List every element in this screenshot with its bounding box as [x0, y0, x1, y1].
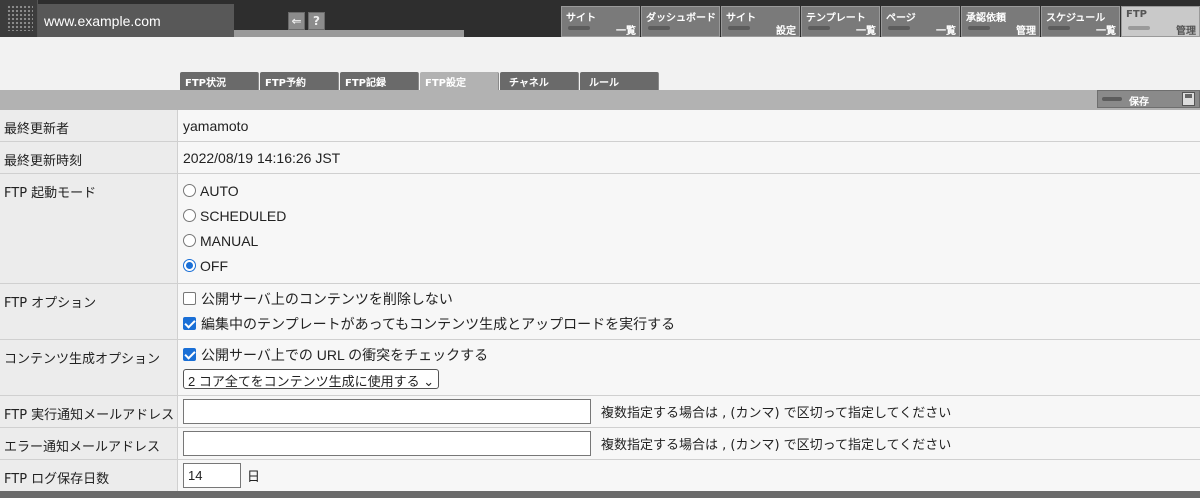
last-updater-label: 最終更新者: [0, 110, 178, 141]
error-mail-label: エラー通知メールアドレス: [0, 428, 178, 459]
menu-schedule[interactable]: スケジュール 一覧: [1041, 6, 1120, 37]
row-ftp-mode: FTP 起動モード AUTO SCHEDULED MANUAL OFF: [0, 174, 1200, 284]
radio-manual[interactable]: [183, 234, 196, 247]
last-updated-label: 最終更新時刻: [0, 142, 178, 173]
row-last-updater: 最終更新者 yamamoto: [0, 110, 1200, 142]
content-gen-label: コンテンツ生成オプション: [0, 340, 178, 395]
floppy-disk-icon: [1182, 92, 1195, 106]
row-ftp-options: FTP オプション 公開サーバ上のコンテンツを削除しない 編集中のテンプレートが…: [0, 284, 1200, 340]
row-exec-mail: FTP 実行通知メールアドレス 複数指定する場合は , (カンマ) で区切って指…: [0, 396, 1200, 428]
tab-ftp-settings[interactable]: FTP設定: [420, 72, 499, 90]
mode-option-off[interactable]: OFF: [183, 253, 1200, 278]
save-button[interactable]: 保存: [1097, 90, 1200, 108]
error-mail-hint: 複数指定する場合は , (カンマ) で区切って指定してください: [601, 438, 952, 453]
back-arrow-icon[interactable]: ⇐: [288, 12, 305, 30]
ftp-option-label: FTP オプション: [0, 284, 178, 339]
row-last-updated: 最終更新時刻 2022/08/19 14:16:26 JST: [0, 142, 1200, 174]
error-mail-input[interactable]: [183, 431, 591, 456]
menu-dashboard[interactable]: ダッシュボード: [641, 6, 720, 37]
radio-auto[interactable]: [183, 184, 196, 197]
checkbox-url-conflict[interactable]: [183, 348, 196, 361]
menu-template-list[interactable]: テンプレート 一覧: [801, 6, 880, 37]
tab-ftp-log[interactable]: FTP記録: [340, 72, 419, 90]
row-content-generation: コンテンツ生成オプション 公開サーバ上での URL の衝突をチェックする 2 コ…: [0, 340, 1200, 396]
menu-site-settings[interactable]: サイト 設定: [721, 6, 800, 37]
site-name-tab[interactable]: www.example.com: [38, 4, 234, 37]
tab-rule[interactable]: ルール: [580, 72, 659, 90]
app-logo[interactable]: [0, 0, 38, 37]
menu-approval[interactable]: 承認依頼 管理: [961, 6, 1040, 37]
tab-ftp-status[interactable]: FTP状況: [180, 72, 259, 90]
menu-site-list[interactable]: サイト 一覧: [561, 6, 640, 37]
option-run-with-editing[interactable]: 編集中のテンプレートがあってもコンテンツ生成とアップロードを実行する: [183, 311, 1200, 336]
last-updater-value: yamamoto: [183, 118, 249, 134]
row-log-retention: FTP ログ保存日数 14 日: [0, 460, 1200, 492]
radio-scheduled[interactable]: [183, 209, 196, 222]
core-usage-select[interactable]: 2 コア全てをコンテンツ生成に使用する ⌄: [183, 369, 440, 389]
checkbox-run-with-editing[interactable]: [183, 317, 196, 330]
log-retention-input[interactable]: 14: [183, 463, 241, 488]
last-updated-value: 2022/08/19 14:16:26 JST: [183, 150, 341, 166]
exec-mail-input[interactable]: [183, 399, 591, 424]
log-retention-unit: 日: [247, 470, 261, 485]
radio-off[interactable]: [183, 259, 196, 272]
row-error-mail: エラー通知メールアドレス 複数指定する場合は , (カンマ) で区切って指定して…: [0, 428, 1200, 460]
ftp-settings-form: 最終更新者 yamamoto 最終更新時刻 2022/08/19 14:16:2…: [0, 110, 1200, 492]
mode-option-scheduled[interactable]: SCHEDULED: [183, 203, 1200, 228]
exec-mail-hint: 複数指定する場合は , (カンマ) で区切って指定してください: [601, 406, 952, 421]
ftp-mode-label: FTP 起動モード: [0, 174, 178, 283]
log-retention-label: FTP ログ保存日数: [0, 460, 178, 491]
grid-logo-icon: [7, 5, 33, 31]
menu-page-list[interactable]: ページ 一覧: [881, 6, 960, 37]
chevron-down-icon: ⌄: [423, 374, 435, 389]
site-tab-shadow: [234, 30, 464, 37]
menu-ftp[interactable]: FTP 管理: [1121, 6, 1200, 37]
action-bar: [0, 90, 1200, 110]
checkbox-no-delete[interactable]: [183, 292, 196, 305]
option-no-delete[interactable]: 公開サーバ上のコンテンツを削除しない: [183, 286, 1200, 311]
exec-mail-label: FTP 実行通知メールアドレス: [0, 396, 178, 427]
tab-channel[interactable]: チャネル: [500, 72, 579, 90]
bottom-bar: [0, 491, 1200, 498]
option-url-conflict[interactable]: 公開サーバ上での URL の衝突をチェックする: [183, 342, 1200, 367]
help-button[interactable]: ?: [308, 12, 325, 30]
mode-option-manual[interactable]: MANUAL: [183, 228, 1200, 253]
tab-ftp-reservation[interactable]: FTP予約: [260, 72, 339, 90]
mode-option-auto[interactable]: AUTO: [183, 178, 1200, 203]
